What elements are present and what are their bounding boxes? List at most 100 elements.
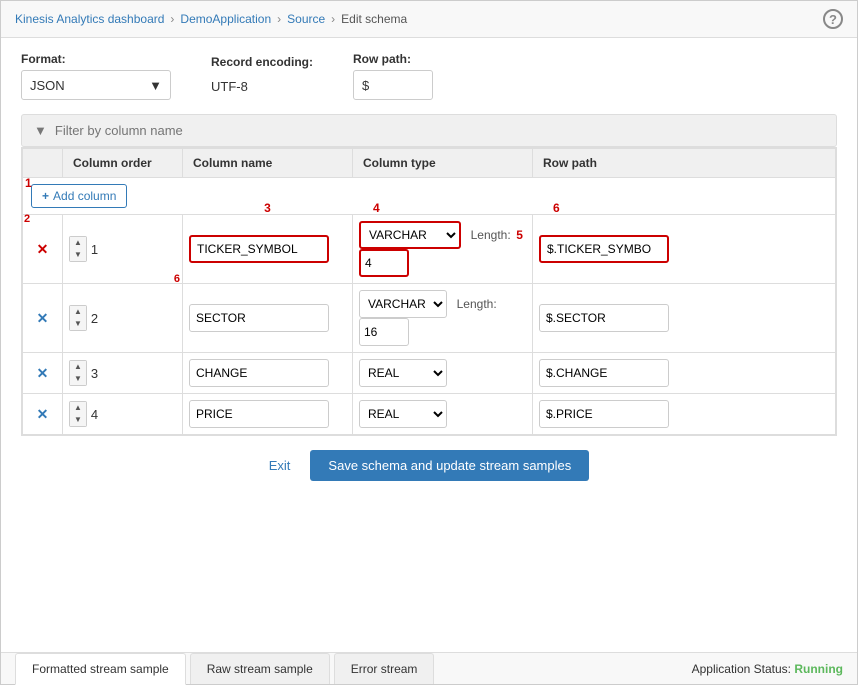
filter-bar: ▼ (21, 114, 837, 147)
encoding-label: Record encoding: (211, 55, 313, 69)
order-cell-2: ▲ ▼ 2 (63, 284, 183, 353)
delete-button-4[interactable]: ✕ (33, 404, 53, 425)
delete-cell-3: ✕ (23, 353, 63, 394)
format-field: Format: JSON ▼ (21, 52, 171, 100)
annotation-5: 5 (516, 228, 523, 242)
sep2: › (277, 12, 281, 26)
order-cell-inner-4: ▲ ▼ 4 (69, 401, 176, 426)
format-select[interactable]: JSON ▼ (21, 70, 171, 100)
tab-error-stream[interactable]: Error stream (334, 653, 435, 684)
save-button[interactable]: Save schema and update stream samples (310, 450, 589, 481)
order-num-4: 4 (91, 407, 98, 422)
annotation-6b: 6 (553, 201, 560, 215)
row-path-input-2[interactable] (539, 304, 669, 332)
delete-cell-4: ✕ (23, 394, 63, 435)
order-num-2: 2 (91, 311, 98, 326)
add-column-button[interactable]: + Add column (31, 184, 127, 208)
delete-button-3[interactable]: ✕ (33, 363, 53, 384)
col-type-select-3[interactable]: VARCHAR REAL INTEGER (359, 359, 447, 387)
col-name-input-1[interactable] (189, 235, 329, 263)
add-column-cell: 1 + Add column (23, 178, 836, 215)
col-type-select-1[interactable]: VARCHAR REAL INTEGER BOOLEAN DOUBLE BIGI… (359, 221, 461, 249)
order-num-3: 3 (91, 366, 98, 381)
arrow-down-3[interactable]: ▼ (70, 373, 86, 385)
format-value: JSON (30, 78, 65, 93)
annotation-2: 2 (24, 213, 30, 225)
type-cell-2: VARCHAR REAL INTEGER Length: (353, 284, 533, 353)
arrow-group-1: ▲ ▼ (69, 236, 87, 261)
order-cell-inner-1: ▲ ▼ 1 (69, 236, 176, 261)
arrow-up-2[interactable]: ▲ (70, 306, 86, 318)
name-cell-4 (183, 394, 353, 435)
col-length-input-2[interactable] (359, 318, 409, 346)
content-area: Format: JSON ▼ Record encoding: UTF-8 Ro… (1, 38, 857, 652)
col-length-input-1[interactable] (359, 249, 409, 277)
annotation-1: 1 (25, 176, 32, 190)
rowpath-label: Row path: (353, 52, 433, 66)
annotation-6a: 6 (174, 273, 180, 285)
table-row: ✕ ▲ ▼ 3 (23, 353, 836, 394)
encoding-value: UTF-8 (211, 73, 313, 100)
col-type-select-4[interactable]: VARCHAR REAL INTEGER (359, 400, 447, 428)
delete-button-1[interactable]: ✕ (33, 239, 53, 260)
tab-raw-stream[interactable]: Raw stream sample (190, 653, 330, 684)
row-path-input-1[interactable] (539, 235, 669, 263)
rowpath-field: Row path: (353, 52, 433, 100)
plus-icon: + (42, 189, 49, 203)
arrow-down-1[interactable]: ▼ (70, 249, 86, 261)
arrow-up-4[interactable]: ▲ (70, 402, 86, 414)
table-row: ✕ ▲ ▼ 2 (23, 284, 836, 353)
table-row: ✕ ▲ ▼ 4 (23, 394, 836, 435)
tab-formatted-stream[interactable]: Formatted stream sample (15, 653, 186, 685)
add-column-label: Add column (53, 189, 116, 203)
bottom-tabs: Formatted stream sample Raw stream sampl… (1, 652, 857, 684)
delete-cell-1: 2 ✕ (23, 215, 63, 284)
row-path-input-4[interactable] (539, 400, 669, 428)
rowpath-cell-3 (533, 353, 836, 394)
app-status-value: Running (794, 662, 843, 676)
col-type-select-2[interactable]: VARCHAR REAL INTEGER (359, 290, 447, 318)
exit-button[interactable]: Exit (269, 458, 291, 473)
main-container: Kinesis Analytics dashboard › DemoApplic… (0, 0, 858, 685)
arrow-up-3[interactable]: ▲ (70, 361, 86, 373)
type-cell-4: VARCHAR REAL INTEGER (353, 394, 533, 435)
arrow-up-1[interactable]: ▲ (70, 237, 86, 249)
arrow-down-2[interactable]: ▼ (70, 318, 86, 330)
arrow-group-4: ▲ ▼ (69, 401, 87, 426)
delete-cell-2: ✕ (23, 284, 63, 353)
sep3: › (331, 12, 335, 26)
table-row: 2 ✕ 6 ▲ ▼ 1 (23, 215, 836, 284)
rowpath-cell-1: 6 (533, 215, 836, 284)
format-label: Format: (21, 52, 171, 66)
col-name-input-2[interactable] (189, 304, 329, 332)
arrow-down-4[interactable]: ▼ (70, 414, 86, 426)
format-row: Format: JSON ▼ Record encoding: UTF-8 Ro… (21, 52, 837, 100)
order-cell-1: 6 ▲ ▼ 1 (63, 215, 183, 284)
help-icon[interactable]: ? (823, 9, 843, 29)
arrow-group-3: ▲ ▼ (69, 360, 87, 385)
filter-input[interactable] (55, 123, 355, 138)
delete-button-2[interactable]: ✕ (33, 308, 53, 329)
type-cell-1: 4 VARCHAR REAL INTEGER BOOLEAN DOUBLE BI… (353, 215, 533, 284)
col-name-input-4[interactable] (189, 400, 329, 428)
breadcrumb-kinesis[interactable]: Kinesis Analytics dashboard (15, 12, 164, 26)
filter-icon: ▼ (34, 123, 47, 138)
sep1: › (170, 12, 174, 26)
breadcrumb-current: Edit schema (341, 12, 407, 26)
add-column-row: 1 + Add column (23, 178, 836, 215)
th-col-order: Column order (63, 149, 183, 178)
name-cell-2 (183, 284, 353, 353)
type-cell-3: VARCHAR REAL INTEGER (353, 353, 533, 394)
th-col-type: Column type (353, 149, 533, 178)
breadcrumb-demo[interactable]: DemoApplication (180, 12, 271, 26)
rowpath-input[interactable] (353, 70, 433, 100)
rowpath-cell-4 (533, 394, 836, 435)
name-cell-1: 3 (183, 215, 353, 284)
format-chevron-icon: ▼ (149, 78, 162, 93)
breadcrumb: Kinesis Analytics dashboard › DemoApplic… (1, 1, 857, 38)
breadcrumb-source[interactable]: Source (287, 12, 325, 26)
table-header-row: Column order Column name Column type Row… (23, 149, 836, 178)
encoding-field: Record encoding: UTF-8 (211, 55, 313, 100)
row-path-input-3[interactable] (539, 359, 669, 387)
col-name-input-3[interactable] (189, 359, 329, 387)
